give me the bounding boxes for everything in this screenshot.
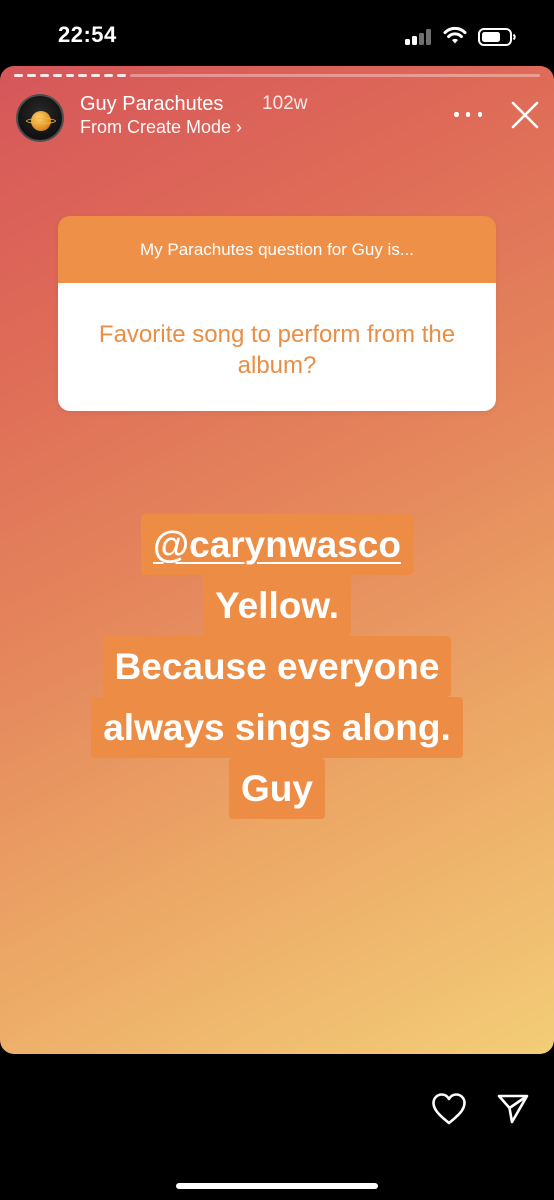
status-bar: 22:54: [0, 0, 554, 66]
home-indicator[interactable]: [176, 1183, 378, 1189]
story-progress-complete: [14, 74, 127, 77]
close-icon[interactable]: [510, 100, 540, 130]
mention-link[interactable]: @carynwasco: [141, 514, 413, 575]
more-icon[interactable]: [454, 112, 482, 120]
post-age: 102w: [262, 93, 308, 114]
avatar-ring-image: [26, 118, 56, 124]
story-progress-track: [130, 74, 540, 77]
heart-icon[interactable]: [431, 1092, 467, 1126]
avatar[interactable]: [16, 94, 64, 142]
create-mode-link[interactable]: From Create Mode ›: [80, 117, 242, 138]
send-icon[interactable]: [496, 1092, 530, 1126]
answer-line-4: Guy: [229, 758, 325, 819]
question-prompt: My Parachutes question for Guy is...: [58, 216, 496, 283]
status-time: 22:54: [58, 22, 117, 47]
battery-icon: [478, 28, 516, 46]
question-text: Favorite song to perform from the album?: [58, 283, 496, 411]
answer-line-3: always sings along.: [91, 697, 463, 758]
answer-line-1: Yellow.: [202, 575, 352, 636]
question-sticker: My Parachutes question for Guy is... Fav…: [58, 216, 496, 411]
cellular-signal-icon: [405, 29, 435, 45]
answer-line-2: Because everyone: [102, 636, 452, 697]
story-card[interactable]: Guy Parachutes 102w From Create Mode › M…: [0, 66, 554, 1054]
wifi-icon: [443, 26, 467, 44]
answer-text-block: @carynwasco Yellow. Because everyone alw…: [0, 514, 554, 819]
story-username[interactable]: Guy Parachutes: [80, 93, 223, 116]
